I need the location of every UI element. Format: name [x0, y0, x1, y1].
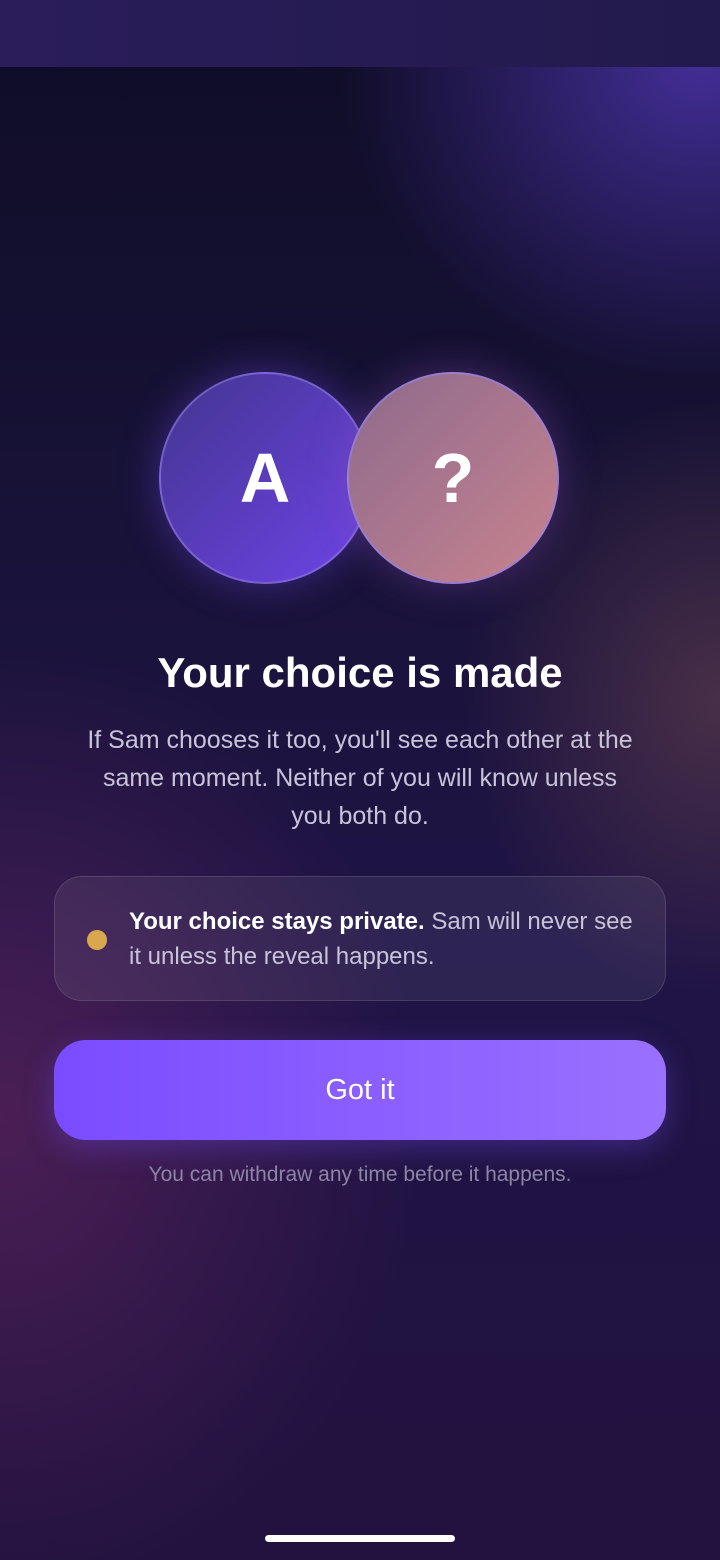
status-bar [0, 0, 720, 67]
privacy-notice-heading: Your choice stays private. [129, 908, 425, 935]
home-indicator[interactable] [265, 1535, 455, 1542]
got-it-button[interactable]: Got it [54, 1040, 666, 1140]
unknown-avatar: ? [347, 372, 559, 584]
avatar-pair: A ? [159, 372, 561, 586]
unknown-avatar-initial: ? [431, 439, 475, 517]
screen: A ? Your choice is made If Sam chooses i… [0, 0, 720, 1560]
page-title: Your choice is made [157, 649, 563, 696]
privacy-notice-text: Your choice stays private. Sam will neve… [129, 904, 639, 974]
page-subtitle: If Sam chooses it too, you'll see each o… [87, 726, 633, 830]
status-dot-icon [87, 930, 107, 950]
privacy-notice: Your choice stays private. Sam will neve… [54, 876, 666, 1001]
user-avatar: A [159, 372, 371, 584]
user-avatar-initial: A [239, 439, 291, 517]
withdraw-footnote: You can withdraw any time before it happ… [148, 1163, 572, 1186]
